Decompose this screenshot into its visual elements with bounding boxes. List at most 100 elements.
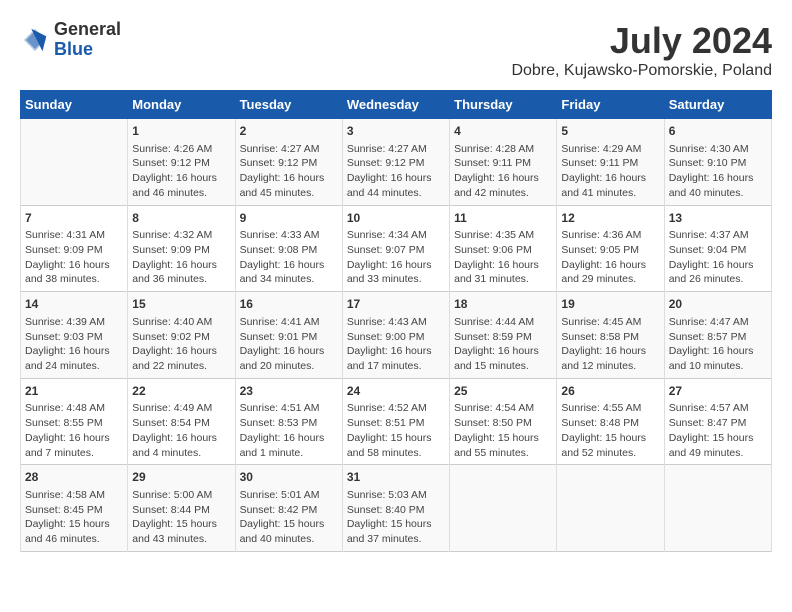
logo: General Blue xyxy=(20,20,121,60)
logo-text: General Blue xyxy=(54,20,121,60)
day-number: 17 xyxy=(347,296,445,313)
calendar-cell: 16 Sunrise: 4:41 AMSunset: 9:01 PMDayligh… xyxy=(235,292,342,379)
day-number: 21 xyxy=(25,383,123,400)
day-content: Sunrise: 4:54 AMSunset: 8:50 PMDaylight:… xyxy=(454,401,552,460)
calendar-cell: 2 Sunrise: 4:27 AMSunset: 9:12 PMDaylight… xyxy=(235,119,342,206)
calendar-cell xyxy=(450,465,557,552)
day-content: Sunrise: 4:49 AMSunset: 8:54 PMDaylight:… xyxy=(132,401,230,460)
calendar-cell: 3Sunrise: 4:27 AMSunset: 9:12 PMDaylight… xyxy=(342,119,449,206)
day-content: Sunrise: 4:33 AMSunset: 9:08 PMDaylight:… xyxy=(240,228,338,287)
day-number: 14 xyxy=(25,296,123,313)
day-content: Sunrise: 4:30 AMSunset: 9:10 PMDaylight:… xyxy=(669,142,767,201)
calendar-week-row: 21Sunrise: 4:48 AMSunset: 8:55 PMDayligh… xyxy=(21,378,772,465)
month-title: July 2024 xyxy=(511,20,772,62)
day-number: 7 xyxy=(25,210,123,227)
day-number: 20 xyxy=(669,296,767,313)
day-number: 10 xyxy=(347,210,445,227)
day-number: 6 xyxy=(669,123,767,140)
calendar-cell: 23Sunrise: 4:51 AMSunset: 8:53 PMDayligh… xyxy=(235,378,342,465)
calendar-cell: 10Sunrise: 4:34 AMSunset: 9:07 PMDayligh… xyxy=(342,205,449,292)
day-content: Sunrise: 4:27 AMSunset: 9:12 PMDaylight:… xyxy=(240,142,338,201)
calendar-cell: 1 Sunrise: 4:26 AMSunset: 9:12 PMDaylight… xyxy=(128,119,235,206)
location-title: Dobre, Kujawsko-Pomorskie, Poland xyxy=(511,62,772,80)
calendar-cell: 20 Sunrise: 4:47 AMSunset: 8:57 PMDayligh… xyxy=(664,292,771,379)
day-content: Sunrise: 4:36 AMSunset: 9:05 PMDaylight:… xyxy=(561,228,659,287)
day-number: 31 xyxy=(347,469,445,486)
calendar-cell: 12Sunrise: 4:36 AMSunset: 9:05 PMDayligh… xyxy=(557,205,664,292)
calendar-week-row: 7Sunrise: 4:31 AMSunset: 9:09 PMDaylight… xyxy=(21,205,772,292)
calendar-table: SundayMondayTuesdayWednesdayThursdayFrid… xyxy=(20,90,772,552)
logo-blue-label: Blue xyxy=(54,40,121,60)
calendar-cell: 19 Sunrise: 4:45 AMSunset: 8:58 PMDayligh… xyxy=(557,292,664,379)
day-content: Sunrise: 4:40 AMSunset: 9:02 PMDaylight:… xyxy=(132,315,230,374)
calendar-cell: 11Sunrise: 4:35 AMSunset: 9:06 PMDayligh… xyxy=(450,205,557,292)
day-content: Sunrise: 4:39 AMSunset: 9:03 PMDaylight:… xyxy=(25,315,123,374)
day-content: Sunrise: 4:32 AMSunset: 9:09 PMDaylight:… xyxy=(132,228,230,287)
calendar-cell: 15 Sunrise: 4:40 AMSunset: 9:02 PMDayligh… xyxy=(128,292,235,379)
day-number: 19 xyxy=(561,296,659,313)
day-number: 4 xyxy=(454,123,552,140)
col-header-monday: Monday xyxy=(128,91,235,119)
day-number: 11 xyxy=(454,210,552,227)
day-number: 22 xyxy=(132,383,230,400)
day-content: Sunrise: 4:45 AMSunset: 8:58 PMDaylight:… xyxy=(561,315,659,374)
day-content: Sunrise: 4:31 AMSunset: 9:09 PMDaylight:… xyxy=(25,228,123,287)
day-content: Sunrise: 4:34 AMSunset: 9:07 PMDaylight:… xyxy=(347,228,445,287)
calendar-cell: 17Sunrise: 4:43 AMSunset: 9:00 PMDayligh… xyxy=(342,292,449,379)
calendar-cell: 7Sunrise: 4:31 AMSunset: 9:09 PMDaylight… xyxy=(21,205,128,292)
calendar-cell: 24Sunrise: 4:52 AMSunset: 8:51 PMDayligh… xyxy=(342,378,449,465)
day-number: 15 xyxy=(132,296,230,313)
day-content: Sunrise: 4:35 AMSunset: 9:06 PMDaylight:… xyxy=(454,228,552,287)
day-content: Sunrise: 5:01 AMSunset: 8:42 PMDaylight:… xyxy=(240,488,338,547)
calendar-cell: 18Sunrise: 4:44 AMSunset: 8:59 PMDayligh… xyxy=(450,292,557,379)
logo-general-label: General xyxy=(54,20,121,40)
day-number: 25 xyxy=(454,383,552,400)
title-area: July 2024 Dobre, Kujawsko-Pomorskie, Pol… xyxy=(511,20,772,80)
day-number: 3 xyxy=(347,123,445,140)
day-content: Sunrise: 4:41 AMSunset: 9:01 PMDaylight:… xyxy=(240,315,338,374)
day-number: 26 xyxy=(561,383,659,400)
day-content: Sunrise: 5:00 AMSunset: 8:44 PMDaylight:… xyxy=(132,488,230,547)
day-number: 16 xyxy=(240,296,338,313)
calendar-cell: 21Sunrise: 4:48 AMSunset: 8:55 PMDayligh… xyxy=(21,378,128,465)
calendar-cell: 5 Sunrise: 4:29 AMSunset: 9:11 PMDaylight… xyxy=(557,119,664,206)
day-content: Sunrise: 4:57 AMSunset: 8:47 PMDaylight:… xyxy=(669,401,767,460)
col-header-friday: Friday xyxy=(557,91,664,119)
calendar-cell: 29 Sunrise: 5:00 AMSunset: 8:44 PMDayligh… xyxy=(128,465,235,552)
day-number: 13 xyxy=(669,210,767,227)
day-number: 5 xyxy=(561,123,659,140)
calendar-cell: 14 Sunrise: 4:39 AMSunset: 9:03 PMDayligh… xyxy=(21,292,128,379)
day-number: 2 xyxy=(240,123,338,140)
day-number: 1 xyxy=(132,123,230,140)
calendar-cell: 22Sunrise: 4:49 AMSunset: 8:54 PMDayligh… xyxy=(128,378,235,465)
page-header: General Blue July 2024 Dobre, Kujawsko-P… xyxy=(20,20,772,80)
day-content: Sunrise: 4:51 AMSunset: 8:53 PMDaylight:… xyxy=(240,401,338,460)
day-content: Sunrise: 4:28 AMSunset: 9:11 PMDaylight:… xyxy=(454,142,552,201)
day-number: 28 xyxy=(25,469,123,486)
calendar-cell: 26Sunrise: 4:55 AMSunset: 8:48 PMDayligh… xyxy=(557,378,664,465)
col-header-thursday: Thursday xyxy=(450,91,557,119)
day-number: 30 xyxy=(240,469,338,486)
calendar-header-row: SundayMondayTuesdayWednesdayThursdayFrid… xyxy=(21,91,772,119)
day-number: 29 xyxy=(132,469,230,486)
day-number: 27 xyxy=(669,383,767,400)
col-header-wednesday: Wednesday xyxy=(342,91,449,119)
day-content: Sunrise: 4:29 AMSunset: 9:11 PMDaylight:… xyxy=(561,142,659,201)
calendar-cell xyxy=(557,465,664,552)
day-content: Sunrise: 5:03 AMSunset: 8:40 PMDaylight:… xyxy=(347,488,445,547)
calendar-cell: 31 Sunrise: 5:03 AMSunset: 8:40 PMDayligh… xyxy=(342,465,449,552)
day-number: 8 xyxy=(132,210,230,227)
day-content: Sunrise: 4:47 AMSunset: 8:57 PMDaylight:… xyxy=(669,315,767,374)
day-number: 23 xyxy=(240,383,338,400)
day-content: Sunrise: 4:52 AMSunset: 8:51 PMDaylight:… xyxy=(347,401,445,460)
calendar-cell: 30 Sunrise: 5:01 AMSunset: 8:42 PMDayligh… xyxy=(235,465,342,552)
calendar-cell xyxy=(664,465,771,552)
day-content: Sunrise: 4:55 AMSunset: 8:48 PMDaylight:… xyxy=(561,401,659,460)
calendar-cell xyxy=(21,119,128,206)
calendar-week-row: 14 Sunrise: 4:39 AMSunset: 9:03 PMDayligh… xyxy=(21,292,772,379)
day-number: 12 xyxy=(561,210,659,227)
day-content: Sunrise: 4:37 AMSunset: 9:04 PMDaylight:… xyxy=(669,228,767,287)
day-content: Sunrise: 4:26 AMSunset: 9:12 PMDaylight:… xyxy=(132,142,230,201)
calendar-cell: 4 Sunrise: 4:28 AMSunset: 9:11 PMDaylight… xyxy=(450,119,557,206)
logo-icon xyxy=(20,25,50,55)
